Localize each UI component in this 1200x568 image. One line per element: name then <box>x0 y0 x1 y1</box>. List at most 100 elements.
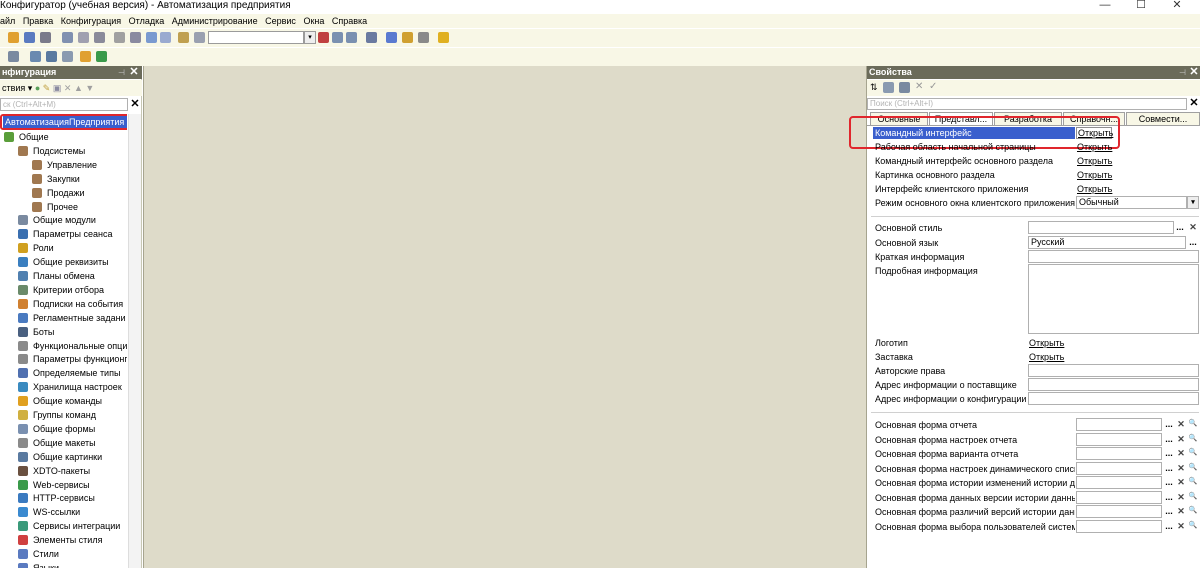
delete-icon[interactable]: ✕ <box>64 83 72 93</box>
tree-item[interactable]: Определяемые типы <box>18 366 120 380</box>
maximize-button[interactable]: ☐ <box>1126 0 1156 12</box>
clear-search-icon[interactable] <box>318 32 329 43</box>
find-next-icon[interactable] <box>332 32 343 43</box>
run-enterprise-icon[interactable] <box>96 51 107 62</box>
preview-icon[interactable] <box>130 32 141 43</box>
categories-icon[interactable] <box>883 82 894 93</box>
find-icon[interactable] <box>178 32 189 43</box>
default-form-choose-button[interactable]: ... <box>1163 520 1175 533</box>
default-form-choose-button[interactable]: ... <box>1163 476 1175 489</box>
main-section-picture-link[interactable]: Открыть <box>1077 169 1112 181</box>
copy-icon[interactable] <box>78 32 89 43</box>
default-form-choose-button[interactable]: ... <box>1163 505 1175 518</box>
tree-item[interactable]: Боты <box>18 325 54 339</box>
default-form-field[interactable] <box>1076 432 1162 446</box>
start-debugging-icon[interactable] <box>80 51 91 62</box>
save-icon[interactable] <box>40 32 51 43</box>
default-form-open-icon[interactable]: 🔍 <box>1187 418 1199 431</box>
default-form-open-icon[interactable]: 🔍 <box>1187 491 1199 504</box>
default-form-open-icon[interactable]: 🔍 <box>1187 462 1199 475</box>
default-form-clear-icon[interactable]: ✕ <box>1175 447 1187 460</box>
properties-search-input[interactable]: Поиск (Ctrl+Alt+I) <box>867 98 1187 110</box>
default-form-choose-button[interactable]: ... <box>1163 433 1175 446</box>
default-form-clear-icon[interactable]: ✕ <box>1175 476 1187 489</box>
default-form-field[interactable] <box>1076 490 1162 504</box>
window-list-icon[interactable] <box>366 32 377 43</box>
print-icon[interactable] <box>114 32 125 43</box>
tree-item[interactable]: Управление <box>32 158 97 172</box>
tree-item[interactable]: Закупки <box>32 172 80 186</box>
default-form-field[interactable] <box>1076 461 1162 475</box>
menu-file[interactable]: айл <box>0 14 15 28</box>
main-language-choose-button[interactable]: ... <box>1187 236 1199 249</box>
tree-item[interactable]: Параметры сеанса <box>18 227 112 241</box>
tree-item[interactable]: Web-сервисы <box>18 478 90 492</box>
tree-item[interactable]: Роли <box>18 241 54 255</box>
tree-item[interactable]: Языки <box>18 561 59 568</box>
apply-icon[interactable]: ✓ <box>929 81 937 92</box>
tree-item[interactable]: Элементы стиля <box>18 533 102 547</box>
add-icon[interactable]: ● <box>35 83 40 93</box>
tree-item[interactable]: Общие команды <box>18 394 102 408</box>
default-form-field[interactable] <box>1076 447 1162 460</box>
actions-menu-button[interactable]: ствия ▾ <box>2 83 32 93</box>
configuration-icon[interactable] <box>8 51 19 62</box>
menu-configuration[interactable]: Конфигурация <box>61 14 121 28</box>
toolbar-search-input[interactable] <box>208 31 304 44</box>
default-form-open-icon[interactable]: 🔍 <box>1187 447 1199 460</box>
default-form-open-icon[interactable]: 🔍 <box>1187 476 1199 489</box>
tree-item[interactable]: Общие реквизиты <box>18 255 109 269</box>
clear-tree-search-icon[interactable]: ✕ <box>129 98 141 111</box>
brief-info-field[interactable] <box>1028 250 1199 263</box>
default-form-field[interactable] <box>1076 505 1162 518</box>
default-form-open-icon[interactable]: 🔍 <box>1187 433 1199 446</box>
close-panel-icon[interactable]: ✕ <box>128 66 140 79</box>
tree-item[interactable]: WS-ссылки <box>18 505 80 519</box>
minimize-button[interactable]: — <box>1090 0 1120 12</box>
tree-item[interactable]: HTTP-сервисы <box>18 491 95 505</box>
menu-help[interactable]: Справка <box>332 14 367 28</box>
tree-item[interactable]: Общие формы <box>18 422 95 436</box>
default-form-field[interactable] <box>1076 418 1162 431</box>
config-info-field[interactable] <box>1028 392 1199 405</box>
tree-item[interactable]: Сервисы интеграции <box>18 519 120 533</box>
default-form-clear-icon[interactable]: ✕ <box>1175 433 1187 446</box>
toolbar-search-dropdown[interactable]: ▾ <box>304 31 316 44</box>
cut-icon[interactable] <box>62 32 73 43</box>
home-page-work-area-link[interactable]: Открыть <box>1077 141 1112 153</box>
menu-edit[interactable]: Правка <box>23 14 53 28</box>
close-window-button[interactable]: ✕ <box>1162 0 1192 12</box>
syntax-assistant-icon[interactable] <box>386 32 397 43</box>
find-previous-icon[interactable] <box>346 32 357 43</box>
main-style-clear-icon[interactable]: ✕ <box>1187 221 1199 234</box>
document-icon[interactable] <box>418 32 429 43</box>
client-app-interface-link[interactable]: Открыть <box>1077 183 1112 195</box>
copyright-field[interactable] <box>1028 364 1199 377</box>
default-form-choose-button[interactable]: ... <box>1163 447 1175 460</box>
close-properties-icon[interactable]: ✕ <box>1188 66 1200 79</box>
main-window-mode-select[interactable]: Обычный <box>1076 196 1187 209</box>
copy-item-icon[interactable]: ▣ <box>53 83 62 93</box>
tips-icon[interactable] <box>402 32 413 43</box>
menu-windows[interactable]: Окна <box>303 14 324 28</box>
undo-icon[interactable] <box>146 32 157 43</box>
main-style-choose-button[interactable]: ... <box>1174 221 1186 234</box>
clear-properties-search-icon[interactable]: ✕ <box>1188 98 1200 110</box>
edit-icon[interactable]: ✎ <box>43 83 51 93</box>
pin-icon[interactable]: ⊣ <box>118 66 128 79</box>
tab-compatibility[interactable]: Совмести... <box>1126 112 1200 126</box>
default-form-field[interactable] <box>1076 476 1162 489</box>
tree-item[interactable]: Общие макеты <box>18 436 96 450</box>
default-form-choose-button[interactable]: ... <box>1163 491 1175 504</box>
main-window-mode-dropdown[interactable]: ▾ <box>1187 196 1199 209</box>
tree-item[interactable]: Группы команд <box>18 408 96 422</box>
menu-service[interactable]: Сервис <box>265 14 296 28</box>
main-section-command-interface-link[interactable]: Открыть <box>1077 155 1112 167</box>
default-form-open-icon[interactable]: 🔍 <box>1187 520 1199 533</box>
move-down-icon[interactable]: ▼ <box>85 83 94 93</box>
default-form-choose-button[interactable]: ... <box>1163 462 1175 475</box>
properties-list-icon[interactable] <box>899 82 910 93</box>
open-icon[interactable] <box>24 32 35 43</box>
database-icon[interactable] <box>46 51 57 62</box>
tree-item[interactable]: Подсистемы <box>18 144 85 158</box>
